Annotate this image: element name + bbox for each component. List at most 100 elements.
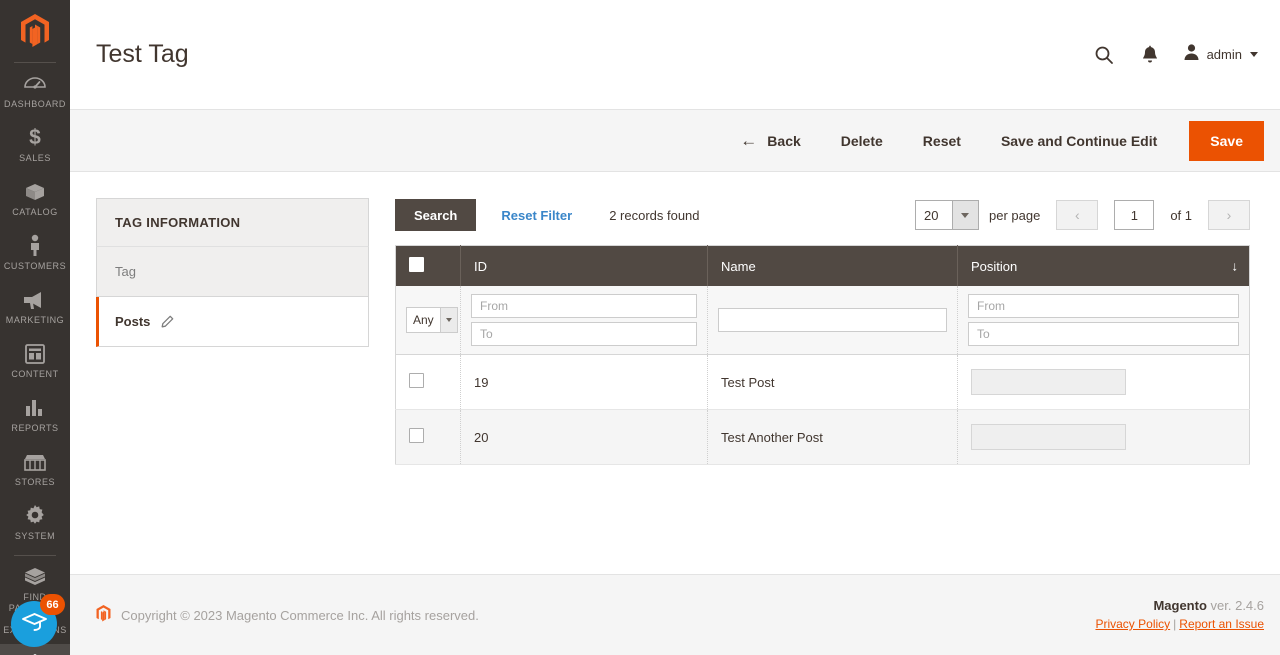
row-id: 20 <box>460 409 708 465</box>
sidebar-item-label: REPORTS <box>11 423 59 433</box>
bell-icon[interactable] <box>1137 42 1163 68</box>
filter-cell-position: From To <box>957 286 1250 355</box>
row-checkbox[interactable] <box>409 428 424 443</box>
table-row[interactable]: 19 Test Post <box>395 354 1250 410</box>
admin-page: DASHBOARD $ SALES CATALOG CUSTOMERS MARK… <box>0 0 1280 655</box>
user-avatar-icon <box>1183 43 1200 66</box>
save-and-continue-edit-button[interactable]: Save and Continue Edit <box>981 125 1177 157</box>
admin-sidebar: DASHBOARD $ SALES CATALOG CUSTOMERS MARK… <box>0 0 70 655</box>
sidebar-item-marketing[interactable]: MARKETING <box>0 279 70 333</box>
massaction-filter-select[interactable]: Any <box>406 307 458 333</box>
back-button[interactable]: ← Back <box>720 124 820 157</box>
sidebar-item-content[interactable]: CONTENT <box>0 333 70 387</box>
table-header: ID Name Position ↓ <box>395 245 1250 286</box>
column-header-position[interactable]: Position ↓ <box>957 245 1250 286</box>
tab-posts[interactable]: Posts <box>96 297 369 347</box>
save-and-continue-label: Save and Continue Edit <box>1000 132 1158 149</box>
magento-logo-small-icon <box>96 605 111 625</box>
sidebar-item-sales[interactable]: $ SALES <box>0 117 70 171</box>
per-page-value: 20 <box>923 207 939 223</box>
arrow-left-icon: ← <box>740 131 758 150</box>
brand-name: Magento <box>1153 598 1207 613</box>
row-checkbox[interactable] <box>409 373 424 388</box>
dollar-icon: $ <box>28 126 42 148</box>
row-checkbox-cell <box>395 409 461 465</box>
id-to-input[interactable]: To <box>471 322 697 346</box>
reset-filter-link[interactable]: Reset Filter <box>501 208 572 223</box>
filter-cell-id: From To <box>460 286 708 355</box>
sidebar-item-label: DASHBOARD <box>4 99 66 109</box>
delete-button[interactable]: Delete <box>821 125 903 157</box>
id-from-input[interactable]: From <box>471 294 697 318</box>
person-icon <box>27 234 43 256</box>
row-name: Test Post <box>707 354 958 410</box>
column-header-name[interactable]: Name <box>707 245 958 286</box>
position-to-input[interactable]: To <box>968 322 1239 346</box>
sidebar-item-label: SALES <box>19 153 51 163</box>
sidebar-item-dashboard[interactable]: DASHBOARD <box>0 63 70 117</box>
save-button-label: Save <box>1210 132 1243 149</box>
table-header-row: ID Name Position ↓ <box>395 245 1250 286</box>
help-graduation-button[interactable]: 66 <box>11 594 65 647</box>
page-title: Test Tag <box>96 40 189 68</box>
sidebar-item-stores[interactable]: STORES <box>0 441 70 495</box>
privacy-policy-link[interactable]: Privacy Policy <box>1095 617 1170 631</box>
chevron-left-icon[interactable]: ‹ <box>1056 200 1099 230</box>
save-button[interactable]: Save <box>1189 120 1264 161</box>
back-button-label: Back <box>767 132 801 149</box>
posts-table: ID Name Position ↓ Any From To From To 1… <box>395 245 1250 465</box>
massaction-filter-value: Any <box>413 313 434 327</box>
row-position-cell <box>957 354 1250 410</box>
sidebar-item-customers[interactable]: CUSTOMERS <box>0 225 70 279</box>
sidebar-item-catalog[interactable]: CATALOG <box>0 171 70 225</box>
dashboard-icon <box>24 72 46 94</box>
name-filter-input[interactable] <box>718 308 947 332</box>
chevron-down-icon[interactable] <box>440 308 457 332</box>
page-number-input[interactable]: 1 <box>1114 200 1155 230</box>
per-page-label: per page <box>988 207 1041 223</box>
reset-button[interactable]: Reset <box>903 125 981 157</box>
layout-icon <box>25 342 45 364</box>
chevron-down-icon[interactable] <box>951 201 978 229</box>
help-badge-count: 66 <box>40 594 65 615</box>
position-from-input[interactable]: From <box>968 294 1239 318</box>
row-checkbox-cell <box>395 354 461 410</box>
column-header-position-label: Position <box>971 258 1018 274</box>
sidebar-item-label: STORES <box>14 477 56 487</box>
row-position-input[interactable] <box>971 369 1126 395</box>
user-menu[interactable]: admin <box>1183 43 1258 66</box>
copyright-text: Copyright © 2023 Magento Commerce Inc. A… <box>121 607 479 623</box>
row-position-input[interactable] <box>971 424 1126 450</box>
sidebar-item-label: CATALOG <box>12 207 58 217</box>
posts-grid: Search Reset Filter 2 records found 20 p… <box>395 198 1250 465</box>
reset-button-label: Reset <box>922 132 961 149</box>
search-button[interactable]: Search <box>395 199 477 231</box>
select-all-checkbox[interactable] <box>409 257 424 272</box>
grid-toolbar: Search Reset Filter 2 records found 20 p… <box>395 198 1250 232</box>
filter-cell-name <box>707 286 958 355</box>
tag-information-panel: TAG INFORMATION Tag Posts <box>96 198 369 347</box>
column-header-id[interactable]: ID <box>460 245 708 286</box>
sort-desc-icon: ↓ <box>1231 258 1239 274</box>
column-header-checkbox[interactable] <box>395 245 461 286</box>
tab-tag[interactable]: Tag <box>96 247 369 297</box>
sidebar-item-reports[interactable]: REPORTS <box>0 387 70 441</box>
user-name-label: admin <box>1206 47 1242 62</box>
megaphone-icon <box>23 288 47 310</box>
sidebar-item-system[interactable]: SYSTEM <box>0 495 70 549</box>
pencil-icon <box>160 315 174 329</box>
tag-information-heading: TAG INFORMATION <box>96 198 369 247</box>
table-body: 19 Test Post 20 Test Another Post <box>395 354 1250 465</box>
header-actions: admin <box>1091 42 1264 68</box>
per-page-select[interactable]: 20 <box>914 200 979 230</box>
table-row[interactable]: 20 Test Another Post <box>395 409 1250 465</box>
page-footer: Copyright © 2023 Magento Commerce Inc. A… <box>70 574 1280 655</box>
report-issue-link[interactable]: Report an Issue <box>1179 617 1264 631</box>
chevron-right-icon[interactable]: › <box>1208 200 1250 230</box>
magento-logo-icon[interactable] <box>0 0 70 56</box>
box-icon <box>23 180 47 202</box>
partners-icon <box>23 565 47 587</box>
search-icon[interactable] <box>1091 42 1117 68</box>
sidebar-item-label: CONTENT <box>11 369 59 379</box>
row-name: Test Another Post <box>707 409 958 465</box>
